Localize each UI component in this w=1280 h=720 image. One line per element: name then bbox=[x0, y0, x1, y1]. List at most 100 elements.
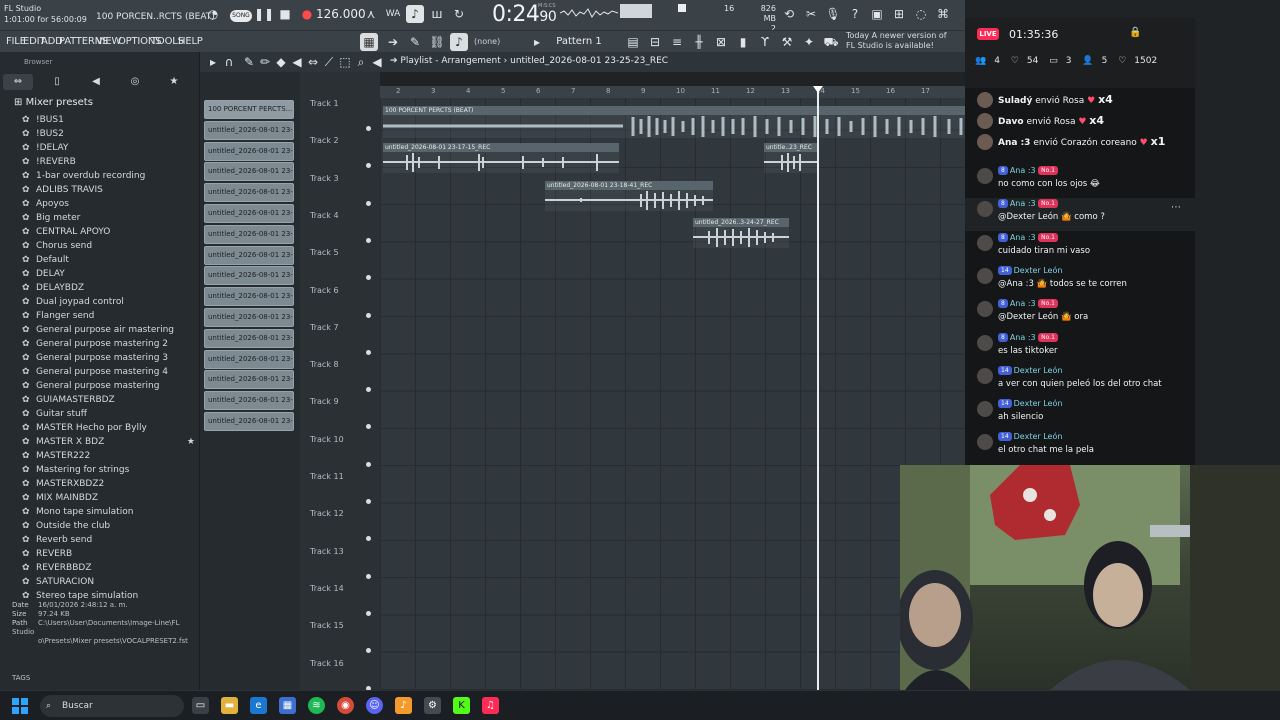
mixer-icon[interactable]: ▤ bbox=[624, 33, 642, 51]
preset-item[interactable]: ✿ Default bbox=[22, 253, 197, 267]
preset-item[interactable]: ✿ General purpose mastering bbox=[22, 379, 197, 393]
avatar[interactable] bbox=[977, 367, 993, 384]
preset-item[interactable]: ✿ General purpose mastering 3 bbox=[22, 351, 197, 365]
chat-username[interactable]: Dexter León bbox=[1014, 399, 1063, 408]
pencil-icon[interactable]: ✎ bbox=[406, 33, 424, 51]
chat-message[interactable]: 14 Dexter León ah silencio bbox=[965, 398, 1195, 431]
preset-item[interactable]: ✿ !REVERB bbox=[22, 155, 197, 169]
chat-icon[interactable]: ◌ bbox=[912, 5, 930, 23]
all-tab-icon[interactable]: ⇔ bbox=[3, 74, 33, 90]
chrome-icon[interactable]: ◉ bbox=[337, 697, 354, 714]
preset-item[interactable]: ✿ MASTERXBDZ2 bbox=[22, 477, 197, 491]
track-label[interactable]: Track 15 bbox=[310, 621, 344, 630]
picker-clip[interactable]: untitled_2026-08-01 23-... bbox=[204, 307, 294, 327]
avatar[interactable] bbox=[977, 168, 993, 184]
chat-message[interactable]: 8 Ana :3 No.1 es las tiktoker bbox=[965, 332, 1195, 365]
task-view-icon[interactable]: ▭ bbox=[192, 697, 209, 714]
stamp-icon[interactable]: ♪ bbox=[450, 33, 468, 51]
pause-icon[interactable]: ❚❚ bbox=[254, 5, 274, 23]
track-mute-button[interactable] bbox=[366, 237, 371, 243]
playback-tool-icon[interactable]: ◀ bbox=[368, 53, 386, 71]
track-label[interactable]: Track 2 bbox=[310, 136, 339, 145]
track-label[interactable]: Track 7 bbox=[310, 323, 339, 332]
edge-icon[interactable]: e bbox=[250, 697, 267, 714]
picker-clip[interactable]: untitled_2026-08-01 23-... bbox=[204, 349, 294, 369]
playhead-marker-icon[interactable] bbox=[813, 86, 823, 93]
discord-icon[interactable]: ☺ bbox=[366, 697, 383, 714]
avatar[interactable] bbox=[977, 301, 993, 318]
preset-item[interactable]: ✿ MASTER222 bbox=[22, 449, 197, 463]
metronome-icon[interactable]: ⋏ bbox=[362, 5, 380, 23]
track-label[interactable]: Track 3 bbox=[310, 174, 339, 183]
preset-item[interactable]: ✿ Dual joypad control bbox=[22, 295, 197, 309]
chat-message[interactable]: 8 Ana :3 No.1 @Dexter León 🤷 ora bbox=[965, 298, 1195, 331]
playlist-toggle-icon[interactable]: ▦ bbox=[360, 33, 378, 51]
clip-rec3[interactable]: untitled_2026..3-24-27_REC bbox=[693, 218, 789, 248]
preset-item[interactable]: ✿ General purpose air mastering bbox=[22, 323, 197, 337]
blend-icon[interactable]: ш bbox=[428, 5, 446, 23]
magic-icon[interactable]: ✦ bbox=[800, 33, 818, 51]
picker-clip[interactable]: untitled_2026-08-01 23-... bbox=[204, 370, 294, 390]
timeline-ruler[interactable]: 2 3 4 5 6 7 8 9 10 11 12 13 14 15 16 17 bbox=[380, 86, 965, 98]
track-mute-button[interactable] bbox=[366, 312, 371, 318]
track-label[interactable]: Track 12 bbox=[310, 509, 344, 518]
wait-icon[interactable]: WA bbox=[384, 5, 402, 23]
tempo-display[interactable]: 126.000 bbox=[316, 7, 366, 21]
track-label[interactable]: Track 4 bbox=[310, 211, 339, 220]
channel-rack-icon[interactable]: ⊟ bbox=[646, 33, 664, 51]
preset-item[interactable]: ✿ MASTER X BDZ ★ bbox=[22, 435, 197, 449]
preset-item[interactable]: ✿ !DELAY bbox=[22, 141, 197, 155]
plugin-icon[interactable]: ⊞ bbox=[890, 5, 908, 23]
picker-clip[interactable]: untitled_2026-08-01 23-... bbox=[204, 245, 294, 265]
track-label[interactable]: Track 5 bbox=[310, 248, 339, 257]
snap-selector[interactable]: (none) bbox=[474, 37, 500, 46]
avatar[interactable] bbox=[977, 334, 993, 351]
avatar[interactable] bbox=[977, 113, 993, 129]
chat-message[interactable]: 14 Dexter León a ver con quien peleó los … bbox=[965, 365, 1195, 398]
cut-icon[interactable]: ✂ bbox=[802, 5, 820, 23]
avatar[interactable] bbox=[977, 201, 993, 218]
chat-username[interactable]: Dexter León bbox=[1014, 432, 1063, 441]
track-mute-button[interactable] bbox=[366, 573, 371, 579]
preset-item[interactable]: ✿ Mono tape simulation bbox=[22, 505, 197, 519]
picker-clip[interactable]: untitled_2026-08-01 23-... bbox=[204, 224, 294, 244]
picker-clip[interactable]: untitled_2026-08-01 23-... bbox=[204, 328, 294, 348]
preset-item[interactable]: ✿ MIX MAINBDZ bbox=[22, 491, 197, 505]
track-mute-button[interactable] bbox=[366, 499, 371, 504]
chat-username[interactable]: Dexter León bbox=[1014, 366, 1063, 375]
magnet-icon[interactable]: ∩ bbox=[220, 53, 238, 71]
chat-message[interactable]: 14 Dexter León @Ana :3 🤷 todos se te corr… bbox=[965, 265, 1195, 298]
preset-item[interactable]: ✿ CENTRAL APOYO bbox=[22, 225, 197, 239]
undo-history-icon[interactable]: ⟲ bbox=[780, 5, 798, 23]
spotify-icon[interactable]: ≋ bbox=[308, 697, 325, 714]
windows-start-icon[interactable] bbox=[12, 698, 28, 714]
chat-message[interactable]: 8 Ana :3 No.1 no como con los ojos 😂 bbox=[965, 165, 1195, 198]
preset-item[interactable]: ✿ Apoyos bbox=[22, 197, 197, 211]
preset-item[interactable]: ✿ General purpose mastering 4 bbox=[22, 365, 197, 379]
update-news[interactable]: Today A newer version of FL Studio is av… bbox=[846, 31, 947, 51]
notes-icon[interactable]: ▮ bbox=[734, 33, 752, 51]
picker-clip[interactable]: untitled_2026-08-01 23-... bbox=[204, 120, 294, 140]
stop-icon[interactable]: ■ bbox=[276, 5, 294, 23]
track-label[interactable]: Track 8 bbox=[310, 360, 339, 369]
cart-icon[interactable]: ⛟ bbox=[822, 33, 840, 51]
chat-message[interactable]: 8 Ana :3 No.1 cuidado tiran mi vaso bbox=[965, 232, 1195, 265]
chat-username[interactable]: Ana :3 bbox=[1010, 166, 1036, 175]
fl-studio-icon[interactable]: ♪ bbox=[395, 697, 412, 714]
preset-item[interactable]: ✿ Chorus send bbox=[22, 239, 197, 253]
chat-username[interactable]: Ana :3 bbox=[1010, 299, 1036, 308]
track-label[interactable]: Track 14 bbox=[310, 584, 344, 593]
pattern-song-toggle[interactable]: ◔ bbox=[204, 5, 222, 23]
lock-icon[interactable]: 🔒 bbox=[1129, 27, 1141, 38]
favorites-tab-icon[interactable]: ★ bbox=[159, 74, 189, 90]
preset-item[interactable]: ✿ !BUS2 bbox=[22, 127, 197, 141]
preset-item[interactable]: ✿ SATURACION bbox=[22, 575, 197, 589]
track-label[interactable]: Track 1 bbox=[310, 99, 339, 108]
more-options-icon[interactable]: ⋯ bbox=[1171, 202, 1181, 213]
preset-item[interactable]: ✿ Flanger send bbox=[22, 309, 197, 323]
pattern-selector[interactable]: Pattern 1 bbox=[540, 34, 618, 50]
link-icon[interactable]: ⛓ bbox=[428, 33, 446, 51]
chat-username[interactable]: Ana :3 bbox=[1010, 199, 1036, 208]
preset-item[interactable]: ✿ REVERB bbox=[22, 547, 197, 561]
clip-rec1b[interactable]: untitle..23_REC bbox=[764, 143, 818, 173]
